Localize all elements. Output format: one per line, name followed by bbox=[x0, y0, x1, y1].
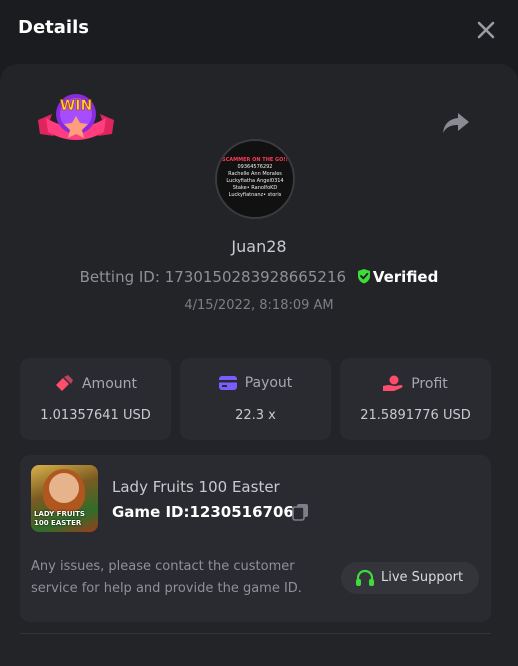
betting-id-label: Betting ID: bbox=[79, 268, 160, 286]
page-title: Details bbox=[18, 17, 89, 38]
live-support-button[interactable]: Live Support bbox=[341, 562, 479, 594]
bet-date: 4/15/2022, 8:18:09 AM bbox=[184, 298, 334, 313]
verified-shield-icon bbox=[357, 269, 370, 284]
headset-icon bbox=[356, 569, 374, 586]
close-icon[interactable] bbox=[472, 16, 500, 44]
header-bar: Details bbox=[0, 0, 518, 62]
copy-icon[interactable] bbox=[292, 503, 310, 521]
amount-stat: Amount 1.01357641 USD bbox=[20, 358, 171, 440]
divider bbox=[20, 633, 491, 634]
game-info-panel: LADY FRUITS 100 EASTER Lady Fruits 100 E… bbox=[20, 455, 491, 622]
payout-stat: Payout 22.3 x bbox=[180, 358, 331, 440]
game-id-label: Game ID: bbox=[112, 503, 190, 521]
amount-icon bbox=[55, 375, 73, 391]
amount-value: 1.01357641 USD bbox=[40, 408, 151, 423]
game-thumbnail[interactable]: LADY FRUITS 100 EASTER bbox=[31, 465, 98, 532]
support-note: Any issues, please contact the customer … bbox=[31, 559, 302, 596]
verified-label: Verified bbox=[372, 268, 439, 286]
avatar: SCAMMER ON THE GO!! 09364576292 Rachelle… bbox=[215, 139, 295, 219]
profit-value: 21.5891776 USD bbox=[360, 408, 471, 423]
amount-label: Amount bbox=[81, 376, 137, 392]
share-icon[interactable] bbox=[441, 110, 471, 136]
payout-card-icon bbox=[218, 376, 237, 390]
payout-label: Payout bbox=[244, 375, 293, 391]
live-support-label: Live Support bbox=[381, 570, 464, 585]
thumb-title-1: LADY FRUITS bbox=[34, 510, 85, 518]
betting-id-value: 1730150283928665216 bbox=[164, 268, 347, 286]
game-name: Lady Fruits 100 Easter bbox=[112, 478, 280, 496]
thumb-title-2: 100 EASTER bbox=[34, 519, 82, 527]
betting-id-row: Betting ID: 1730150283928665216 Verified bbox=[0, 268, 518, 286]
profit-stat: Profit 21.5891776 USD bbox=[340, 358, 491, 440]
win-badge-text: WIN bbox=[60, 98, 92, 114]
game-id-value: 12305167068 bbox=[189, 503, 305, 521]
win-badge-icon: WIN bbox=[38, 94, 114, 140]
username: Juan28 bbox=[231, 237, 287, 256]
profit-label: Profit bbox=[411, 376, 448, 392]
avatar-image-text: SCAMMER ON THE GO!! 09364576292 Rachelle… bbox=[222, 157, 288, 198]
profit-hand-coin-icon bbox=[383, 375, 403, 391]
payout-value: 22.3 x bbox=[235, 408, 276, 423]
game-id-row: Game ID:12305167068 bbox=[112, 503, 304, 521]
